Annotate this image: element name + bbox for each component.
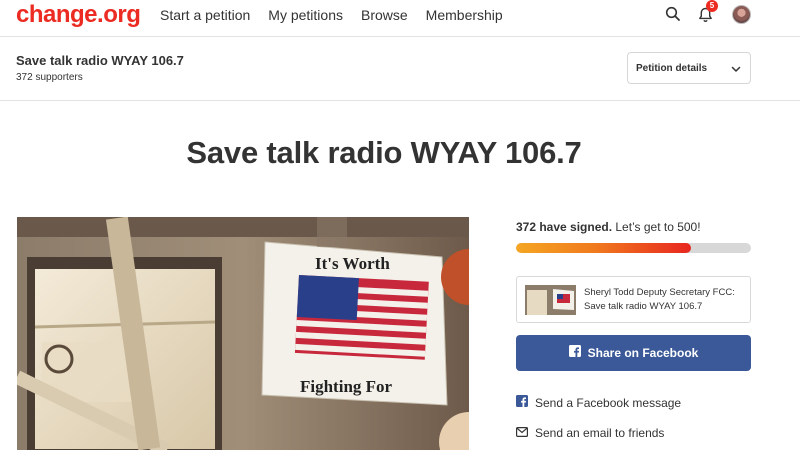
supporters-count: 372 supporters — [16, 72, 83, 83]
avatar[interactable] — [732, 5, 751, 24]
signed-count: 372 have signed. — [516, 220, 613, 234]
petition-details-button[interactable]: Petition details — [627, 52, 751, 84]
progress-fill — [516, 243, 691, 253]
nav-membership[interactable]: Membership — [426, 7, 503, 23]
share-on-facebook-button[interactable]: Share on Facebook — [516, 335, 751, 371]
envelope-icon — [516, 426, 529, 440]
signature-progress-bar — [516, 243, 751, 253]
petition-details-label: Petition details — [636, 63, 708, 74]
petition-image[interactable]: It's Worth Fighting For — [17, 217, 469, 450]
search-icon[interactable] — [665, 6, 681, 27]
send-facebook-message-link[interactable]: Send a Facebook message — [516, 395, 681, 410]
share-on-facebook-label: Share on Facebook — [587, 346, 699, 360]
send-facebook-message-label: Send a Facebook message — [535, 395, 682, 410]
notification-badge: 5 — [706, 0, 718, 12]
nav-start-petition[interactable]: Start a petition — [160, 7, 250, 23]
update-text: Sheryl Todd Deputy Secretary FCC: Save t… — [584, 287, 735, 312]
send-email-label: Send an email to friends — [535, 426, 665, 440]
signature-goal: Let’s get to 500! — [612, 220, 701, 234]
petition-bar-title: Save talk radio WYAY 106.7 — [16, 53, 184, 68]
nav-my-petitions[interactable]: My petitions — [268, 7, 343, 23]
facebook-icon — [568, 344, 581, 362]
petition-bar: Save talk radio WYAY 106.7 372 supporter… — [0, 37, 800, 101]
change-org-logo[interactable]: change.org — [16, 1, 141, 29]
poster-text-top: It's Worth — [315, 254, 390, 273]
send-email-link[interactable]: Send an email to friends — [516, 426, 664, 440]
chevron-down-icon — [730, 62, 742, 80]
petition-title: Save talk radio WYAY 106.7 — [186, 135, 582, 170]
nav-links: Start a petition My petitions Browse Mem… — [160, 7, 521, 23]
nav-browse[interactable]: Browse — [361, 7, 408, 23]
poster-text-bottom: Fighting For — [300, 377, 393, 396]
top-nav: change.org Start a petition My petitions… — [0, 0, 800, 37]
signature-status: 372 have signed. Let’s get to 500! — [516, 220, 701, 234]
petition-update-card[interactable]: Sheryl Todd Deputy Secretary FCC: Save t… — [516, 276, 751, 323]
facebook-icon — [516, 395, 528, 410]
update-thumbnail — [525, 285, 576, 315]
